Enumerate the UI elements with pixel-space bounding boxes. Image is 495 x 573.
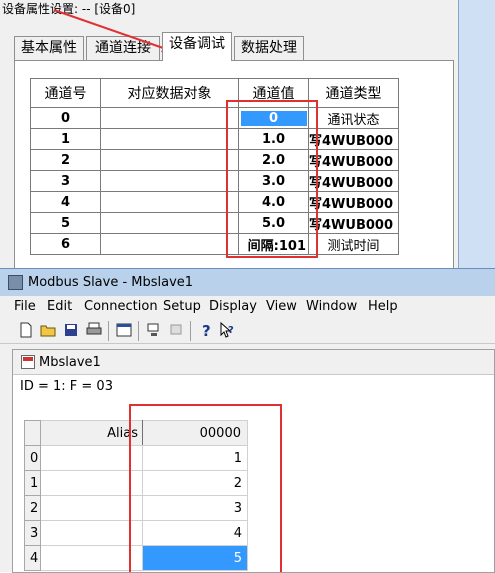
window-icon[interactable]	[116, 322, 132, 338]
row-header: 4	[24, 545, 41, 571]
device-properties-dialog: 设备属性设置: -- [设备0] 基本属性 通道连接 设备调试 数据处理 通道号…	[0, 0, 495, 270]
menu-edit[interactable]: Edit	[47, 299, 72, 315]
annotation-arrow	[53, 9, 174, 52]
row-header: 0	[24, 445, 41, 471]
help-icon[interactable]: ?	[198, 322, 214, 338]
menu-connection[interactable]: Connection	[84, 299, 158, 315]
grid-corner	[24, 420, 41, 446]
tab-device-debug[interactable]: 设备调试	[162, 32, 232, 61]
highlight-box-register-values	[129, 404, 282, 572]
window-titlebar[interactable]: Modbus Slave - Mbslave1	[0, 269, 495, 296]
child-window-title: Mbslave1	[39, 355, 101, 370]
row-header: 1	[24, 470, 41, 496]
arrow-shaft	[53, 9, 167, 50]
toolbar-separator	[190, 321, 191, 341]
new-icon[interactable]	[18, 322, 34, 338]
column-header-alias[interactable]: Alias	[40, 420, 143, 446]
open-icon[interactable]	[40, 322, 56, 338]
toolbar: ? ?	[0, 318, 495, 344]
svg-text:?: ?	[202, 322, 211, 338]
row-header: 3	[24, 520, 41, 546]
slave-id-function-label: ID = 1: F = 03	[20, 379, 113, 394]
menu-help[interactable]: Help	[368, 299, 398, 315]
row-header: 2	[24, 495, 41, 521]
toolbar-separator	[108, 321, 109, 341]
svg-text:?: ?	[228, 325, 234, 336]
alias-cell[interactable]	[40, 445, 143, 471]
alias-cell[interactable]	[40, 520, 143, 546]
context-help-icon[interactable]: ?	[219, 322, 235, 338]
print-icon[interactable]	[86, 322, 102, 338]
menu-window[interactable]: Window	[306, 299, 357, 315]
toolbar-separator	[138, 321, 139, 341]
menu-bar: File Edit Connection Setup Display View …	[0, 296, 495, 318]
child-window-titlebar[interactable]: Mbslave1	[13, 350, 494, 375]
menu-file[interactable]: File	[14, 299, 36, 315]
alias-cell[interactable]	[40, 495, 143, 521]
disconnect-icon[interactable]	[168, 322, 184, 338]
menu-setup[interactable]: Setup	[163, 299, 201, 315]
save-icon[interactable]	[63, 322, 79, 338]
app-icon	[8, 275, 23, 290]
document-icon	[21, 355, 35, 369]
connect-icon[interactable]	[146, 322, 162, 338]
alias-cell[interactable]	[40, 545, 143, 571]
menu-display[interactable]: Display	[209, 299, 257, 315]
alias-cell[interactable]	[40, 470, 143, 496]
window-title: Modbus Slave - Mbslave1	[28, 275, 194, 290]
menu-view[interactable]: View	[266, 299, 297, 315]
